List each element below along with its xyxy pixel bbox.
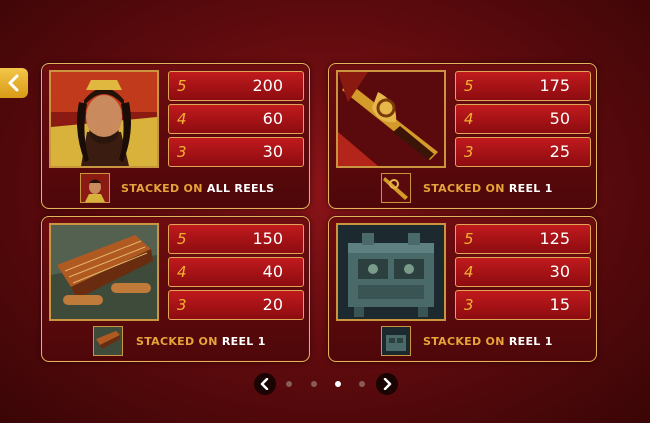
instrument-thumbnail [93,326,123,356]
match-count: 5 [177,230,187,248]
payout-value: 30 [262,142,283,161]
pay-row-5: 5 175 [455,71,591,101]
paytable-panel-warrior: 5 200 4 60 3 30 STACKED ON ALL REELS [41,63,310,209]
stacked-label: STACKED ON [423,182,505,195]
chevron-left-icon [8,74,19,92]
pay-row-5: 5 150 [168,224,304,254]
warrior-symbol-image [49,70,159,168]
pay-row-3: 3 20 [168,290,304,320]
payout-value: 40 [262,262,283,281]
warrior-thumbnail [80,173,110,203]
match-count: 5 [464,77,474,95]
chevron-right-icon [383,378,392,390]
page-dot-4[interactable] [359,381,365,387]
pay-row-4: 4 60 [168,104,304,134]
sword-thumbnail [381,173,411,203]
paytable-panel-sword: 5 175 4 50 3 25 STACKED ON REEL 1 [328,63,597,209]
stacked-info: STACKED ON REEL 1 [423,182,553,195]
pay-row-5: 5 200 [168,71,304,101]
stacked-reels: REEL 1 [221,335,266,348]
bronze-vessel-thumbnail [381,326,411,356]
match-count: 4 [464,263,474,281]
stacked-reels: ALL REELS [206,182,275,195]
payout-value: 200 [252,76,283,95]
next-page-button[interactable] [376,373,398,395]
match-count: 3 [464,143,474,161]
prev-page-button[interactable] [254,373,276,395]
stacked-info: STACKED ON REEL 1 [136,335,266,348]
instrument-symbol-image [49,223,159,321]
stacked-label: STACKED ON [423,335,505,348]
pay-row-4: 4 40 [168,257,304,287]
match-count: 3 [464,296,474,314]
paytable-panel-instrument: 5 150 4 40 3 20 STACKED ON REEL 1 [41,216,310,362]
pay-row-3: 3 30 [168,137,304,167]
payout-value: 30 [549,262,570,281]
stacked-label: STACKED ON [121,182,203,195]
stacked-reels: REEL 1 [508,182,553,195]
match-count: 5 [177,77,187,95]
sword-symbol-image [336,70,446,168]
payout-value: 125 [539,229,570,248]
pay-row-5: 5 125 [455,224,591,254]
bronze-vessel-symbol-image [336,223,446,321]
chevron-left-icon [260,378,269,390]
stacked-info: STACKED ON ALL REELS [121,182,274,195]
pay-row-3: 3 25 [455,137,591,167]
paytable-panel-bronze-vessel: 5 125 4 30 3 15 STACKED ON REEL 1 [328,216,597,362]
payout-value: 175 [539,76,570,95]
match-count: 4 [177,110,187,128]
pay-row-3: 3 15 [455,290,591,320]
stacked-info: STACKED ON REEL 1 [423,335,553,348]
match-count: 3 [177,143,187,161]
page-dot-3-active[interactable] [335,381,341,387]
pay-row-4: 4 30 [455,257,591,287]
match-count: 3 [177,296,187,314]
payout-value: 60 [262,109,283,128]
stacked-reels: REEL 1 [508,335,553,348]
payout-value: 25 [549,142,570,161]
back-button[interactable] [0,68,28,98]
payout-value: 150 [252,229,283,248]
stacked-label: STACKED ON [136,335,218,348]
payout-value: 20 [262,295,283,314]
payout-value: 50 [549,109,570,128]
match-count: 4 [177,263,187,281]
payout-value: 15 [549,295,570,314]
pay-row-4: 4 50 [455,104,591,134]
match-count: 5 [464,230,474,248]
page-dot-2[interactable] [311,381,317,387]
match-count: 4 [464,110,474,128]
page-dot-1[interactable] [286,381,292,387]
